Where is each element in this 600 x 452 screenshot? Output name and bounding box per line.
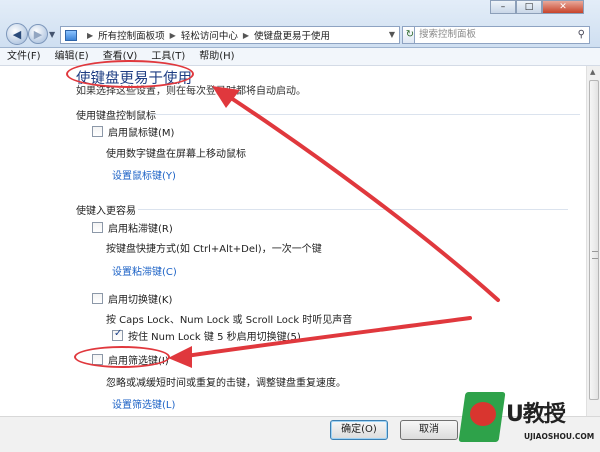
arrow-to-filterkeys-head bbox=[168, 346, 192, 368]
watermark-brand: U教授 bbox=[506, 402, 566, 427]
annotation-arrows bbox=[168, 86, 500, 368]
logo-red-shape bbox=[470, 402, 496, 426]
watermark-url: UJIAOSHOU.COM bbox=[524, 432, 595, 441]
arrow-to-filterkeys bbox=[184, 316, 472, 358]
arrow-to-title-head bbox=[212, 86, 240, 108]
arrow-to-title bbox=[226, 94, 500, 302]
watermark-logo: U教授 UJIAOSHOU.COM bbox=[458, 392, 600, 450]
